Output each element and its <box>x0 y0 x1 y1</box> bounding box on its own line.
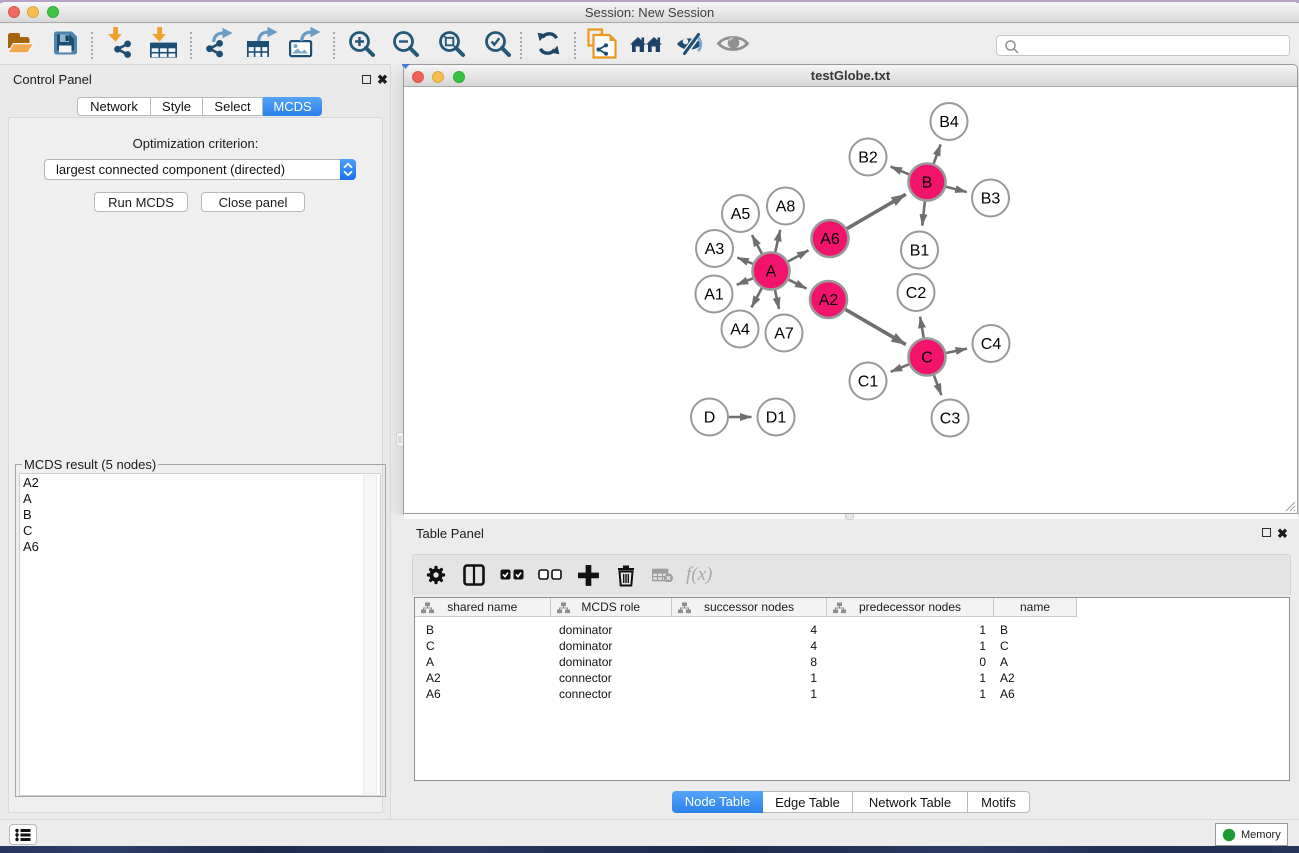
svg-text:B4: B4 <box>939 114 959 131</box>
svg-text:A3: A3 <box>705 241 725 258</box>
svg-text:A7: A7 <box>774 326 794 343</box>
svg-text:B1: B1 <box>910 243 930 260</box>
svg-text:D1: D1 <box>766 410 787 427</box>
svg-text:A1: A1 <box>704 287 724 304</box>
svg-text:C1: C1 <box>858 374 879 391</box>
svg-text:C2: C2 <box>906 285 927 302</box>
svg-text:A6: A6 <box>820 231 840 248</box>
svg-text:C4: C4 <box>981 336 1002 353</box>
svg-text:D: D <box>704 410 716 427</box>
svg-text:C3: C3 <box>940 411 961 428</box>
svg-text:A2: A2 <box>819 292 839 309</box>
svg-text:B3: B3 <box>981 191 1001 208</box>
svg-text:f(x): f(x) <box>686 564 712 585</box>
svg-text:A8: A8 <box>776 199 796 216</box>
svg-text:B: B <box>922 175 933 192</box>
svg-text:B2: B2 <box>858 150 878 167</box>
svg-text:C: C <box>921 350 933 367</box>
svg-text:A4: A4 <box>730 322 750 339</box>
svg-text:A5: A5 <box>731 206 751 223</box>
svg-text:A: A <box>766 264 777 281</box>
